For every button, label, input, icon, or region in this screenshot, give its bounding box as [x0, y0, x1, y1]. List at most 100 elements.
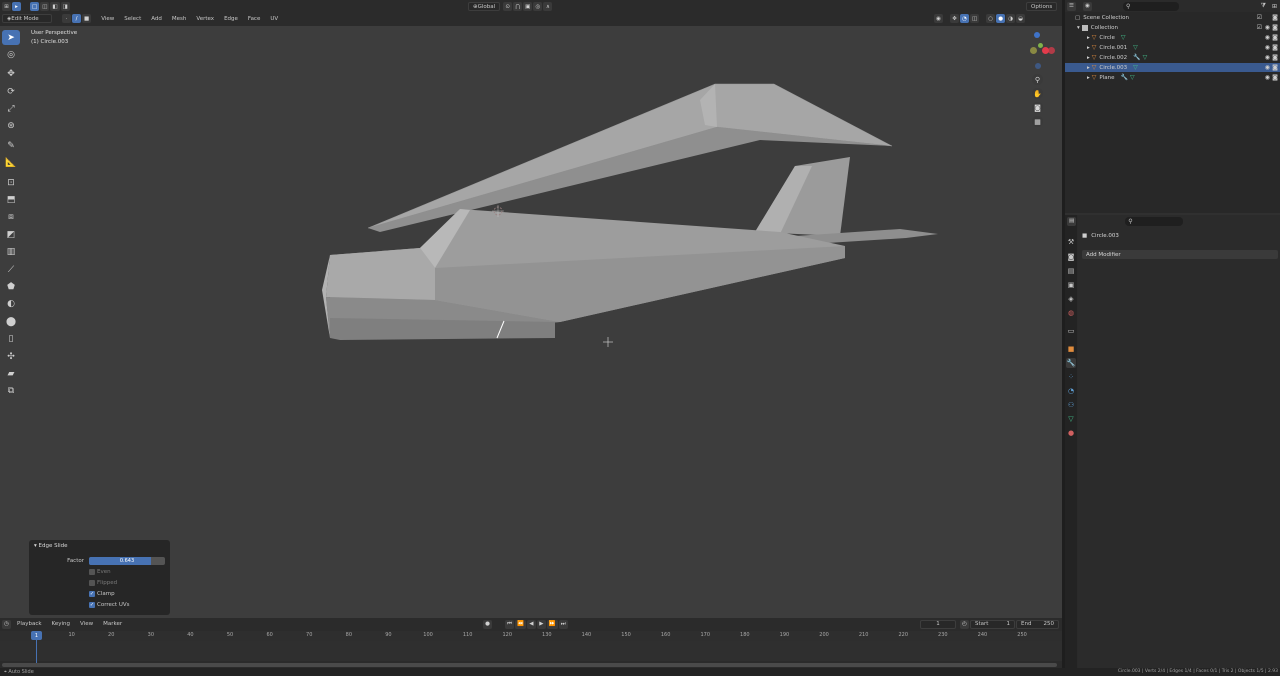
properties-editor-type-button[interactable]: ▤ [1067, 216, 1077, 226]
outliner-item-circle[interactable]: ▸ ▽ Circle ▽ ◉ ◙ [1065, 33, 1280, 42]
tool-rip[interactable]: ⧉ [2, 384, 20, 399]
timeline-keyframe-area[interactable] [0, 641, 1062, 661]
navigation-gizmo[interactable]: ⚲ ✋ ◙ ▦ [1020, 30, 1056, 140]
tool-shrink-fatten[interactable]: ✣ [2, 349, 20, 364]
factor-slider[interactable]: 0.643 [89, 557, 165, 565]
falloff-button[interactable]: ∧ [543, 2, 553, 11]
even-row[interactable]: Even [89, 568, 111, 576]
menu-mesh[interactable]: Mesh [172, 16, 186, 22]
proportional-edit-button[interactable]: ◎ [533, 2, 543, 11]
clamp-row[interactable]: ✓ Clamp [89, 590, 115, 598]
display-mode-button[interactable]: ◉ [1083, 1, 1092, 11]
eye-icon[interactable]: ◉ [1265, 74, 1270, 81]
zoom-button[interactable]: ⚲ [1032, 74, 1043, 85]
outliner-collection[interactable]: ▾ Collection ☑ ◉ ◙ [1065, 23, 1280, 32]
flipped-checkbox[interactable] [89, 580, 95, 586]
tab-data[interactable]: ▽ [1066, 414, 1076, 424]
pivot-button[interactable]: ⊙ [503, 2, 513, 11]
tab-world[interactable]: ◍ [1066, 308, 1076, 318]
record-button[interactable]: ● [483, 619, 492, 629]
tab-material[interactable]: ● [1066, 428, 1076, 438]
pan-button[interactable]: ✋ [1032, 88, 1043, 99]
options-dropdown[interactable]: Options [1026, 2, 1058, 11]
menu-playback[interactable]: Playback [17, 621, 42, 627]
eye-icon[interactable]: ◉ [1265, 24, 1270, 31]
axis-z-neg-icon[interactable] [1035, 63, 1041, 69]
current-frame-field[interactable]: 1 [920, 619, 956, 629]
tool-cursor[interactable]: ◎ [2, 47, 20, 62]
exclude-checkbox-icon[interactable]: ☑ [1257, 14, 1262, 21]
shading-solid-button[interactable]: ● [996, 14, 1006, 23]
eye-icon[interactable]: ◉ [1265, 64, 1270, 71]
jump-end-button[interactable]: ⏭ [558, 619, 568, 629]
flipped-row[interactable]: Flipped [89, 579, 117, 587]
correct-uvs-checkbox[interactable]: ✓ [89, 602, 95, 608]
next-key-button[interactable]: ⏩ [546, 619, 558, 629]
clamp-checkbox[interactable]: ✓ [89, 591, 95, 597]
tab-particles[interactable]: ⁘ [1066, 372, 1076, 382]
select-box-button[interactable]: ▸ [12, 2, 21, 11]
properties-search-input[interactable]: ⚲ [1125, 216, 1184, 226]
tool-scale[interactable]: ⤢ [2, 102, 20, 117]
camera-icon[interactable]: ◙ [1272, 54, 1278, 61]
tool-edge-slide[interactable]: ▯ [2, 332, 20, 347]
jump-start-button[interactable]: ⏮ [505, 619, 514, 629]
correct-uvs-row[interactable]: ✓ Correct UVs [89, 601, 129, 609]
tool-move[interactable]: ✥ [2, 67, 20, 82]
camera-icon[interactable]: ◙ [1272, 74, 1278, 81]
menu-face[interactable]: Face [248, 16, 260, 22]
tool-add-cube[interactable]: ⊡ [2, 175, 20, 190]
tool-smooth[interactable]: ⬤ [2, 314, 20, 329]
tool-measure[interactable]: 📐 [2, 156, 20, 171]
start-frame-field[interactable]: Start 1 [970, 619, 1015, 629]
3d-viewport[interactable]: User Perspective (1) Circle.003 ➤ ◎ ✥ ⟳ … [0, 26, 1062, 618]
timeline-ruler[interactable]: 1102030405060708090100110120130140150160… [0, 631, 1062, 641]
camera-view-button[interactable]: ◙ [1032, 102, 1043, 113]
play-reverse-button[interactable]: ◀ [526, 619, 536, 629]
editor-type-button[interactable]: ⊞ [2, 2, 11, 11]
tool-extrude[interactable]: ⬒ [2, 193, 20, 208]
add-modifier-dropdown[interactable]: Add Modifier [1082, 250, 1278, 259]
camera-icon[interactable]: ◙ [1272, 44, 1278, 51]
axis-z-icon[interactable] [1034, 32, 1040, 38]
snap-target-button[interactable]: ▣ [523, 2, 533, 11]
shading-wire-button[interactable]: ○ [986, 14, 996, 23]
eye-icon[interactable]: ◉ [1265, 44, 1270, 51]
camera-icon[interactable]: ◙ [1272, 14, 1278, 21]
timeline-scrollbar[interactable] [2, 663, 1057, 667]
edge-slide-title[interactable]: ▾ Edge Slide [34, 543, 68, 549]
exclude-checkbox-icon[interactable]: ☑ [1257, 24, 1262, 31]
gizmo-button[interactable]: ✥ [950, 14, 959, 23]
camera-icon[interactable]: ◙ [1272, 34, 1278, 41]
vertex-select-button[interactable]: · [62, 14, 71, 23]
tab-physics[interactable]: ◔ [1066, 386, 1076, 396]
tool-loop-cut[interactable]: ▥ [2, 245, 20, 260]
outliner-scene-collection[interactable]: ▢ Scene Collection ☑ ◙ [1065, 13, 1280, 22]
outliner-item-plane[interactable]: ▸ ▽ Plane 🔧 ▽ ◉ ◙ [1065, 73, 1280, 82]
prev-key-button[interactable]: ⏪ [515, 619, 526, 629]
outliner-editor-type-button[interactable]: ☰ [1067, 1, 1076, 11]
timeline-editor-type-button[interactable]: ◷ [2, 619, 11, 629]
axis-x-neg-icon[interactable] [1048, 47, 1055, 54]
tab-scene[interactable]: ◈ [1066, 294, 1076, 304]
axis-y-icon[interactable] [1038, 43, 1043, 48]
tab-output[interactable]: ▤ [1066, 266, 1076, 276]
tool-spin[interactable]: ◐ [2, 297, 20, 312]
overlay-button[interactable]: ◔ [960, 14, 969, 23]
tool-select-box[interactable]: ➤ [2, 30, 20, 45]
mode-subtract-button[interactable]: ◧ [50, 2, 60, 11]
tool-annotate[interactable]: ✎ [2, 138, 20, 153]
play-button[interactable]: ▶ [536, 619, 546, 629]
ortho-toggle-button[interactable]: ▦ [1032, 116, 1043, 127]
menu-keying[interactable]: Keying [52, 621, 70, 627]
camera-icon[interactable]: ◙ [1272, 64, 1278, 71]
airplane-mesh[interactable] [0, 26, 1062, 618]
axis-y-neg-icon[interactable] [1030, 47, 1037, 54]
menu-select[interactable]: Select [124, 16, 141, 22]
menu-uv[interactable]: UV [270, 16, 278, 22]
outliner-item-circle-001[interactable]: ▸ ▽ Circle.001 ▽ ◉ ◙ [1065, 43, 1280, 52]
snap-button[interactable]: ⋂ [513, 2, 523, 11]
tool-poly-build[interactable]: ⬟ [2, 279, 20, 294]
tool-bevel[interactable]: ◩ [2, 227, 20, 242]
outliner-search-input[interactable]: ⚲ [1123, 1, 1179, 11]
